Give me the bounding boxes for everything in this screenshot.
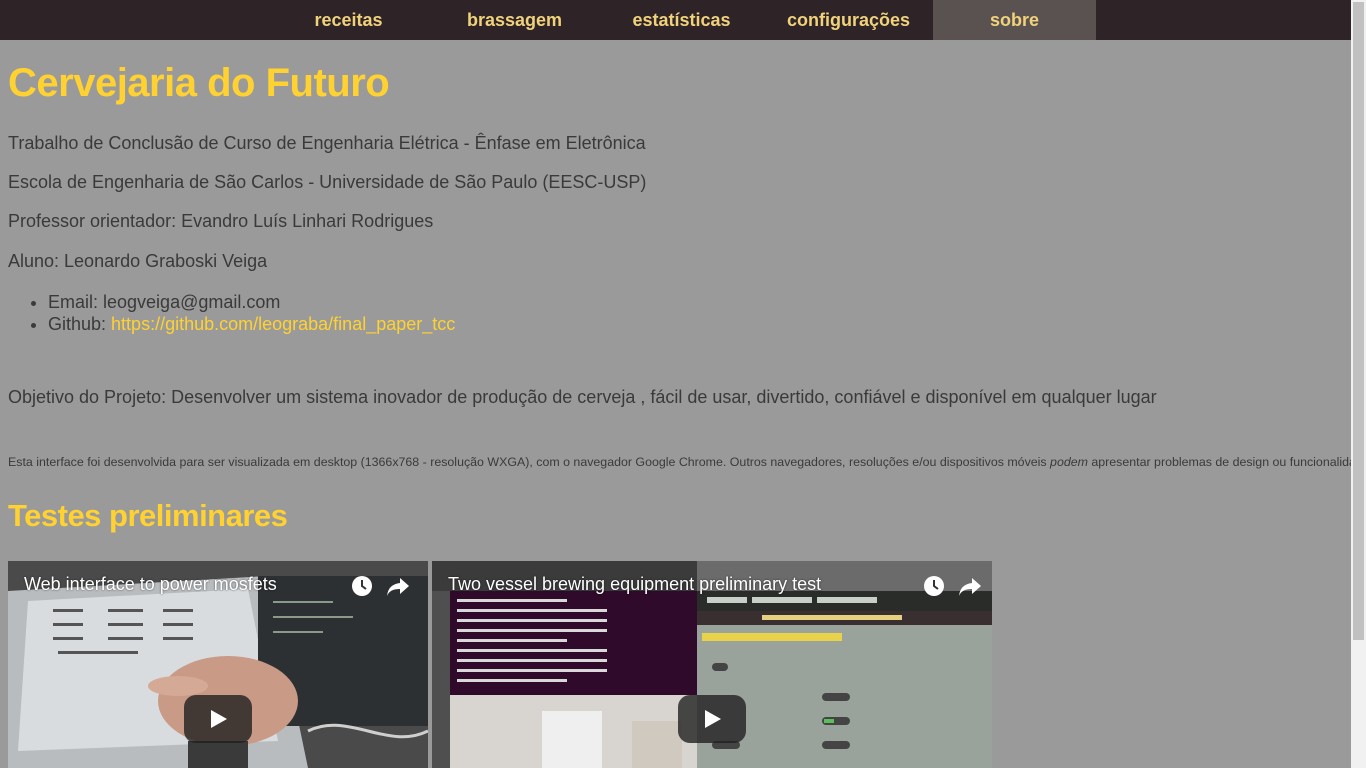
nav-configuracoes[interactable]: configurações	[767, 0, 930, 40]
browser-note: Esta interface foi desenvolvida para ser…	[8, 455, 1366, 469]
clock-icon[interactable]	[349, 573, 375, 599]
page-title: Cervejaria do Futuro	[8, 61, 390, 105]
clock-icon[interactable]	[921, 573, 947, 599]
play-icon[interactable]	[184, 695, 252, 743]
contact-email: Email: leogveiga@gmail.com	[48, 291, 455, 313]
video-embed-brewing[interactable]: Two vessel brewing equipment preliminary…	[432, 561, 992, 768]
play-icon[interactable]	[678, 695, 746, 743]
contact-github: Github: https://github.com/leograba/fina…	[48, 313, 455, 335]
note-text-2: apresentar problemas de design ou funcio…	[1087, 455, 1366, 469]
video-embed-mosfets[interactable]: Web interface to power mosfets	[8, 561, 428, 768]
github-link[interactable]: https://github.com/leograba/final_paper_…	[111, 314, 455, 334]
top-navbar: receitas brassagem estatísticas configur…	[0, 0, 1351, 40]
github-label: Github:	[48, 314, 112, 334]
video-title[interactable]: Two vessel brewing equipment preliminary…	[448, 574, 821, 595]
page-scrollbar[interactable]	[1351, 0, 1366, 768]
nav-brassagem[interactable]: brassagem	[433, 0, 596, 40]
note-emphasis: podem	[1050, 455, 1088, 469]
nav-sobre[interactable]: sobre	[933, 0, 1096, 40]
course-text: Trabalho de Conclusão de Curso de Engenh…	[8, 133, 646, 153]
contact-list: Email: leogveiga@gmail.com Github: https…	[8, 291, 455, 335]
school-text: Escola de Engenharia de São Carlos - Uni…	[8, 172, 647, 192]
section-title: Testes preliminares	[8, 498, 288, 533]
note-text-1: Esta interface foi desenvolvida para ser…	[8, 455, 1051, 469]
nav-estatisticas[interactable]: estatísticas	[600, 0, 763, 40]
student-text: Aluno: Leonardo Graboski Veiga	[8, 251, 268, 271]
scrollbar-thumb[interactable]	[1353, 2, 1364, 640]
nav-receitas[interactable]: receitas	[267, 0, 430, 40]
email-label: Email:	[48, 292, 104, 312]
share-icon[interactable]	[957, 573, 983, 599]
video-title[interactable]: Web interface to power mosfets	[24, 574, 277, 595]
email-value: leogveiga@gmail.com	[103, 292, 281, 312]
advisor-text: Professor orientador: Evandro Luís Linha…	[8, 211, 434, 231]
objective-text: Objetivo do Projeto: Desenvolver um sist…	[8, 387, 1157, 407]
share-icon[interactable]	[385, 573, 411, 599]
